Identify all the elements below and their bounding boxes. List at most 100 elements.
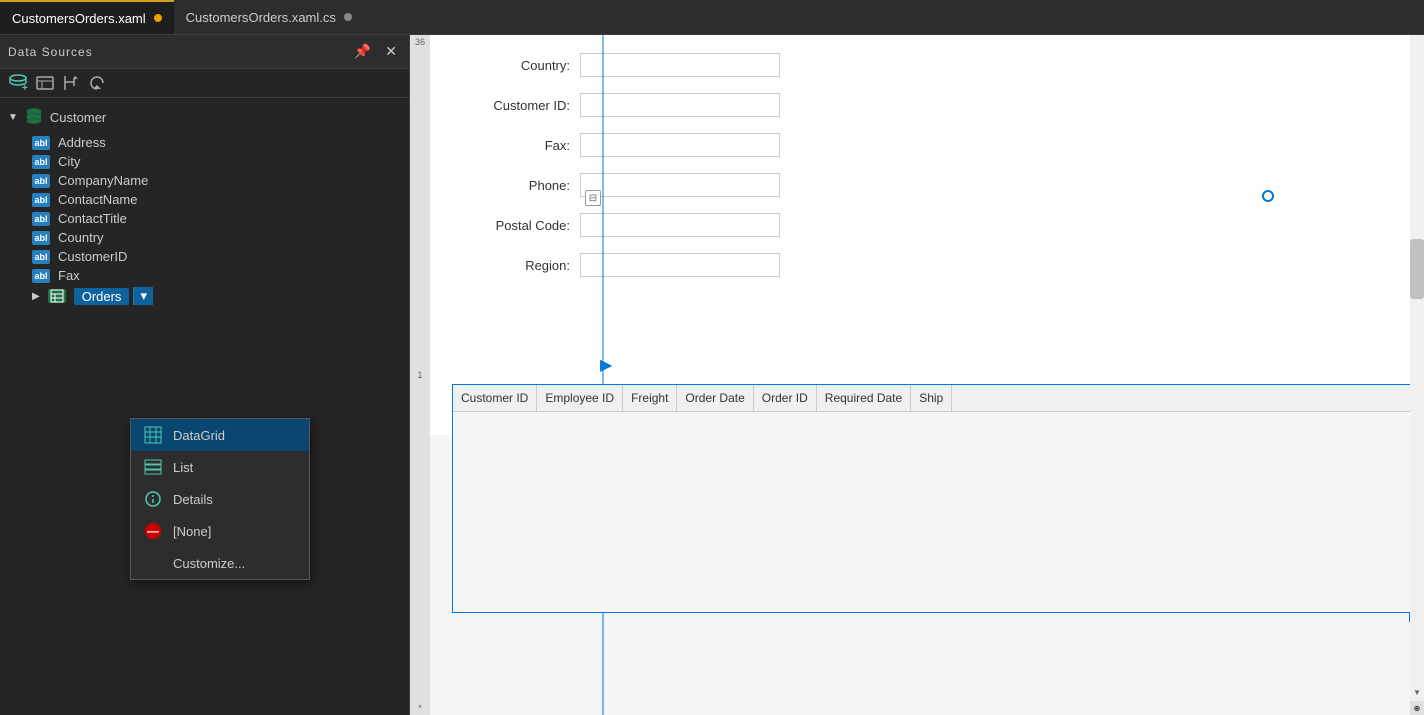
tab-modified-dot	[154, 14, 162, 22]
form-row-customerid: Customer ID:	[450, 85, 1404, 125]
refresh-button[interactable]	[88, 74, 106, 92]
orders-label[interactable]: Orders	[74, 288, 130, 305]
col-ship: Ship	[911, 385, 952, 411]
form-row-postalcode: Postal Code:	[450, 205, 1404, 245]
input-customerid[interactable]	[580, 93, 780, 117]
input-phone[interactable]	[580, 173, 780, 197]
connector-icon: ⊟	[585, 190, 601, 206]
selection-arrow: ▶	[600, 355, 612, 375]
input-country[interactable]	[580, 53, 780, 77]
field-icon-contacttitle: abl	[32, 212, 50, 226]
add-datasource-button[interactable]: +	[8, 73, 28, 93]
ruler-num-2: 1	[417, 368, 422, 382]
datagrid-header: Customer ID Employee ID Freight Order Da…	[453, 385, 1413, 412]
tree-item-city[interactable]: abl City	[24, 152, 409, 171]
left-panel: Data Sources 📌 ✕ +	[0, 35, 410, 715]
tree-item-label: Country	[58, 230, 104, 245]
tree-item-country[interactable]: abl Country	[24, 228, 409, 247]
menu-list-label: List	[173, 460, 193, 475]
tree-content: Customer abl Address abl City abl Compan…	[0, 98, 409, 715]
db-icon	[24, 106, 44, 129]
datagrid-container: Customer ID Employee ID Freight Order Da…	[452, 380, 1414, 617]
tab-cs-dot	[344, 13, 352, 21]
datasources-toolbar: +	[0, 69, 409, 98]
tab-label: CustomersOrders.xaml	[12, 11, 146, 26]
col-requireddate: Required Date	[817, 385, 911, 411]
tree-item-orders[interactable]: ▶ Orders ▾	[24, 285, 409, 307]
field-icon-address: abl	[32, 136, 50, 150]
menu-details-label: Details	[173, 492, 213, 507]
field-icon-contactname: abl	[32, 193, 50, 207]
pin-icon[interactable]: 📌	[350, 41, 375, 62]
ruler-left: 36 1 *	[410, 35, 430, 715]
form-row-fax: Fax:	[450, 125, 1404, 165]
tree-item-label: CompanyName	[58, 173, 148, 188]
menu-item-datagrid[interactable]: DataGrid	[131, 419, 309, 451]
field-icon-orders	[48, 289, 66, 303]
label-customerid: Customer ID:	[450, 98, 570, 113]
tab-customers-orders-xaml[interactable]: CustomersOrders.xaml	[0, 0, 174, 34]
main-content: Data Sources 📌 ✕ +	[0, 35, 1424, 715]
tree-children: abl Address abl City abl CompanyName abl…	[0, 133, 409, 307]
menu-item-list[interactable]: List	[131, 451, 309, 483]
tree-item-label: ContactName	[58, 192, 137, 207]
input-fax[interactable]	[580, 133, 780, 157]
tab-customers-orders-xaml-cs[interactable]: CustomersOrders.xaml.cs	[174, 0, 364, 34]
field-icon-city: abl	[32, 155, 50, 169]
input-region[interactable]	[580, 253, 780, 277]
close-icon[interactable]: ✕	[381, 41, 401, 62]
tree-item-companyname[interactable]: abl CompanyName	[24, 171, 409, 190]
tree-item-customerid[interactable]: abl CustomerID	[24, 247, 409, 266]
menu-item-customize[interactable]: Customize...	[131, 547, 309, 579]
field-icon-fax: abl	[32, 269, 50, 283]
dropdown-menu: DataGrid List	[130, 418, 310, 580]
form-area: Country: Customer ID: Fax:	[430, 35, 1424, 435]
none-icon: —	[143, 521, 163, 541]
scrollbar-end[interactable]: ⊕	[1410, 701, 1424, 715]
tree-item-contactname[interactable]: abl ContactName	[24, 190, 409, 209]
scrollbar-thumb[interactable]	[1410, 239, 1424, 299]
orders-dropdown-arrow[interactable]: ▾	[133, 287, 153, 305]
label-postalcode: Postal Code:	[450, 218, 570, 233]
details-icon	[143, 489, 163, 509]
orders-text: Orders	[82, 289, 122, 304]
tree-item-address[interactable]: abl Address	[24, 133, 409, 152]
red-circle-icon: —	[145, 523, 161, 539]
configure-button[interactable]	[62, 74, 80, 92]
menu-item-details[interactable]: Details	[131, 483, 309, 515]
customize-icon	[143, 553, 163, 573]
label-region: Region:	[450, 258, 570, 273]
title-bar: CustomersOrders.xaml CustomersOrders.xam…	[0, 0, 1424, 35]
menu-none-label: [None]	[173, 524, 211, 539]
tree-item-contacttitle[interactable]: abl ContactTitle	[24, 209, 409, 228]
ruler-num-3: *	[418, 701, 422, 715]
label-fax: Fax:	[450, 138, 570, 153]
tree-item-fax[interactable]: abl Fax	[24, 266, 409, 285]
tree-item-label: CustomerID	[58, 249, 127, 264]
field-icon-companyname: abl	[32, 174, 50, 188]
menu-customize-label: Customize...	[173, 556, 245, 571]
tree-item-label: ContactTitle	[58, 211, 127, 226]
datagrid-body	[453, 412, 1413, 612]
orders-expand-arrow[interactable]: ▶	[32, 291, 40, 302]
scrollbar-down-arrow[interactable]: ▼	[1413, 688, 1421, 697]
menu-item-none[interactable]: — [None]	[131, 515, 309, 547]
datagrid[interactable]: Customer ID Employee ID Freight Order Da…	[452, 384, 1414, 613]
ruler-num-1: 36	[415, 35, 425, 49]
circle-marker	[1262, 190, 1274, 202]
col-orderdate: Order Date	[677, 385, 753, 411]
tree-root-customer[interactable]: Customer	[0, 102, 409, 133]
datagrid-icon	[143, 425, 163, 445]
list-icon	[143, 457, 163, 477]
tree-item-label: City	[58, 154, 80, 169]
panel-header: Data Sources 📌 ✕	[0, 35, 409, 69]
field-icon-customerid: abl	[32, 250, 50, 264]
edit-datasource-button[interactable]	[36, 74, 54, 92]
col-employeeid: Employee ID	[537, 385, 623, 411]
tree-item-label: Fax	[58, 268, 80, 283]
label-country: Country:	[450, 58, 570, 73]
input-postalcode[interactable]	[580, 213, 780, 237]
scrollbar-v[interactable]: ▼ ⊕	[1410, 35, 1424, 715]
tree-item-label: Address	[58, 135, 106, 150]
tab-cs-label: CustomersOrders.xaml.cs	[186, 10, 336, 25]
